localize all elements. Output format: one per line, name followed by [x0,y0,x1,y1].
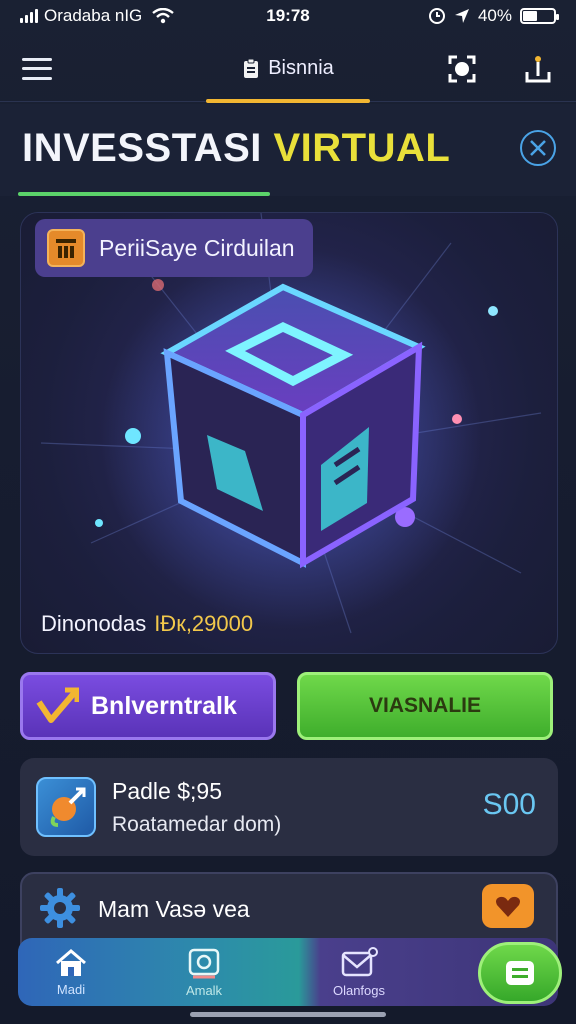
list-item-subtitle: Roatamedar dom) [112,812,282,836]
confirm-button-label: VIASNALIE [368,694,481,717]
battery-percent: 40% [477,6,512,25]
page-header: INVESSTASI VIRTUAL [0,104,576,196]
scan-icon [448,55,476,82]
tab-messages[interactable]: Olanfogs [284,938,434,1006]
location-icon [454,9,469,23]
wifi-icon [152,8,175,24]
tab-home[interactable]: Madi [18,938,124,1006]
header-underline [18,192,270,196]
trend-check-icon [36,687,79,723]
invest-button-label: Bnlverntralk [91,691,237,720]
page-title: INVESSTASI VIRTUAL [22,126,450,171]
list-item-title: Mam Vasə vea [98,896,250,922]
document-icon [244,58,259,78]
hero-pill-label: PeriiSaye Cirduilan [99,234,295,261]
tab-messages-label: Olanfogs [332,982,386,998]
close-icon [530,140,546,156]
gear-icon [38,886,82,930]
status-left: Oradaba nIG [20,6,428,26]
analytics-icon [188,948,220,978]
hero-amount-label: Dinonodas [41,611,147,636]
page-title-part1: INVESSTASI [22,126,262,170]
page-title-part2: VIRTUAL [273,126,451,170]
invest-button[interactable]: Bnlverntralk [20,672,276,740]
status-bar: Oradaba nIG 19:78 40% [0,0,576,32]
hero-card[interactable]: PeriiSaye Cirduilan Dinonodas IĐк,29000 [20,212,558,654]
menu-icon[interactable] [22,57,52,80]
rocket-icon [36,777,96,837]
close-button[interactable] [520,130,556,166]
home-indicator[interactable] [190,1012,386,1017]
heart-chat-icon[interactable] [482,884,534,928]
tab-analytics-label: Amalk [185,982,223,998]
signal-icon [20,9,38,23]
top-navigation: Bisnnia [0,36,576,103]
list-item-title: Padle $;95 [112,777,222,804]
hero-amount: Dinonodas IĐк,29000 [41,611,253,637]
wallet-icon [506,961,534,985]
confirm-button[interactable]: VIASNALIE [297,672,553,740]
hero-amount-value: IĐк,29000 [154,611,254,636]
scan-button[interactable] [446,53,478,85]
list-item-text: Padle $;95 Roatamedar dom) [112,778,281,837]
app-screen: Oradaba nIG 19:78 40% Bisnnia INVESSTASI… [0,0,576,1024]
cube-illustration [40,213,542,634]
home-icon [56,948,86,976]
alarm-icon [428,8,445,24]
battery-icon [520,8,559,24]
list-item[interactable]: Padle $;95 Roatamedar dom) S00 [20,758,558,856]
bottom-tab-bar: Madi Amalk Olanfogs [18,938,558,1006]
carrier-name: Oradaba nIG [44,6,143,25]
status-right: 40% [428,6,559,26]
upload-button[interactable] [522,53,554,85]
chart-box-icon [47,229,85,267]
tab-bisnnia[interactable]: Bisnnia [206,36,370,103]
nav-title: Bisnnia [268,57,334,79]
tab-analytics[interactable]: Amalk [124,938,284,1006]
wallet-button[interactable] [478,942,562,1004]
list-item-price: S00 [482,788,536,821]
hero-pill[interactable]: PeriiSaye Cirduilan [35,219,313,277]
tab-home-label: Madi [56,981,86,997]
mail-icon [341,946,378,976]
nav-actions [446,53,554,85]
upload-icon [525,55,551,82]
